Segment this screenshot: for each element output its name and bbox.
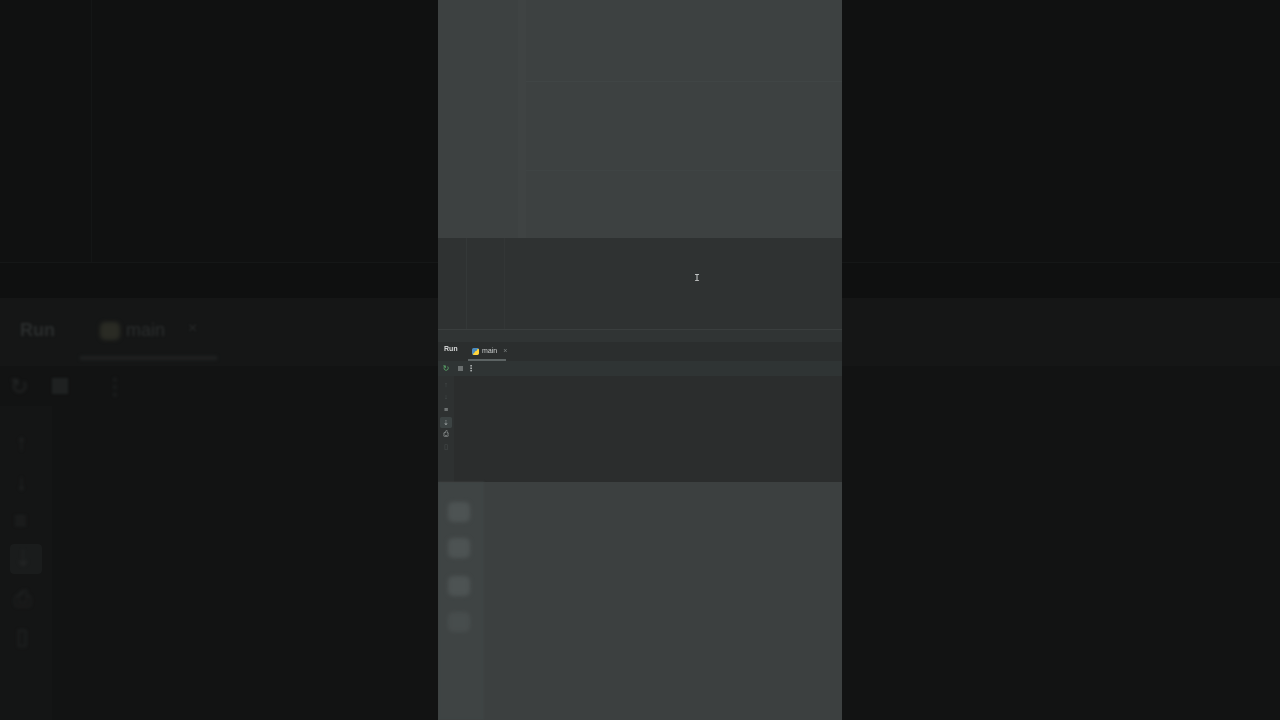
- soft-wrap-icon[interactable]: ≡: [440, 405, 452, 416]
- rerun-icon[interactable]: ↻: [440, 362, 452, 375]
- bg-scroll-down-icon: ↓: [16, 470, 27, 495]
- blur-icon: [448, 612, 470, 632]
- stop-icon: [457, 366, 463, 371]
- print-icon[interactable]: ⎙: [440, 429, 452, 440]
- bg-close-icon: ×: [188, 320, 198, 337]
- stop-button[interactable]: [454, 362, 466, 375]
- strip-divider: [466, 238, 467, 329]
- editor-line: [526, 170, 842, 171]
- bg-divider: [91, 0, 92, 262]
- editor-line: [526, 81, 842, 82]
- bg-stop-icon: [52, 378, 68, 394]
- bg-rerun-icon: ↻: [10, 374, 29, 399]
- scroll-up-icon[interactable]: ↑: [440, 380, 452, 391]
- bg-tab-label: main: [126, 320, 166, 340]
- python-icon: [472, 347, 479, 355]
- bg-scroll-end-icon: ⇣: [14, 546, 33, 571]
- lower-area: [438, 482, 842, 720]
- editor-strip[interactable]: [438, 238, 842, 329]
- code-editor[interactable]: [438, 0, 842, 238]
- trash-icon[interactable]: ▯: [440, 441, 452, 452]
- editor-gutter: [518, 0, 526, 238]
- tab-main-label: main: [482, 347, 498, 355]
- bg-python-icon: [100, 322, 120, 340]
- panel-gap: [438, 330, 842, 342]
- text-cursor-icon: I: [694, 273, 701, 284]
- tab-main[interactable]: main ×: [468, 343, 511, 359]
- bg-scroll-up-icon: ↑: [16, 430, 27, 455]
- run-toolbar: [438, 361, 842, 376]
- ide-panel: I Run main × ↻ ⋮ ↑ ↓ ≡ ⇣ ⎙ ▯: [438, 0, 842, 720]
- console-output[interactable]: [454, 376, 842, 482]
- run-tool-title: Run: [444, 346, 458, 353]
- bg-more-icon: ⋮: [104, 374, 126, 399]
- blur-icon: [448, 502, 470, 522]
- bg-trash-icon: ▯: [16, 624, 29, 649]
- bg-run-label: Run: [20, 320, 55, 340]
- bg-soft-wrap-icon: ≡: [14, 508, 27, 533]
- blur-icon: [448, 538, 470, 558]
- scroll-down-icon[interactable]: ↓: [440, 392, 452, 403]
- close-icon[interactable]: ×: [503, 348, 507, 355]
- strip-divider: [504, 238, 505, 329]
- scroll-to-end-icon[interactable]: ⇣: [440, 417, 452, 428]
- blur-icon: [448, 576, 470, 596]
- bg-print-icon: ⎙: [14, 586, 32, 611]
- bg-tab-underline: [80, 356, 217, 360]
- more-options-icon[interactable]: ⋮: [466, 362, 476, 375]
